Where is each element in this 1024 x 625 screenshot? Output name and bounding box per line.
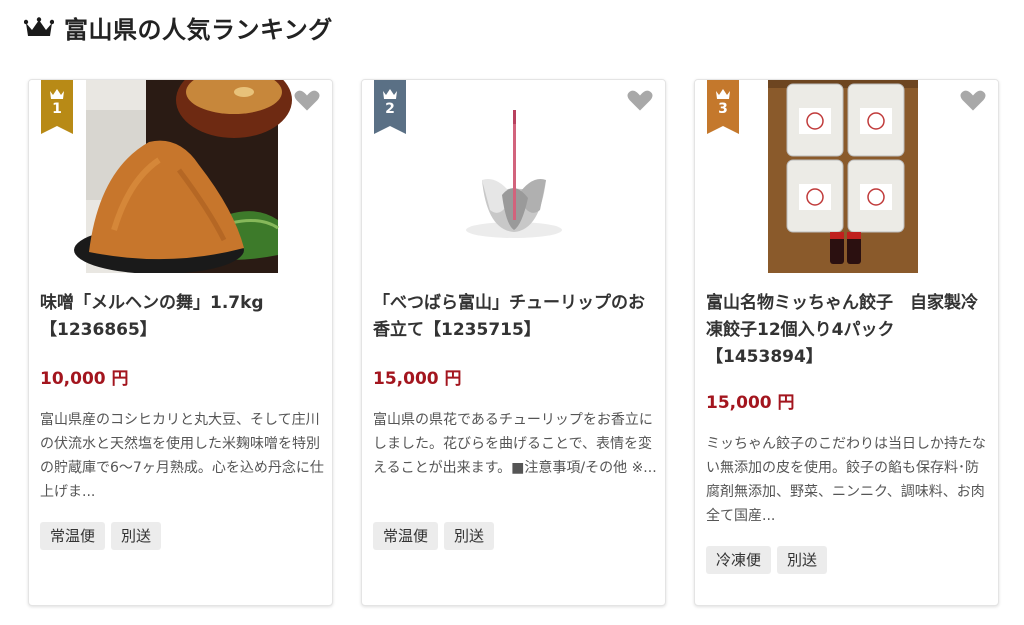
- product-price: 10,000 円: [40, 369, 129, 389]
- favorite-heart-icon[interactable]: [958, 86, 988, 116]
- ranking-card-1[interactable]: 1 味噌「メルヘンの舞」1.7kg【1236865】 10,000 円 富山県産…: [28, 79, 333, 606]
- product-title[interactable]: 味噌「メルヘンの舞」1.7kg【1236865】: [40, 290, 328, 344]
- delivery-tag: 別送: [444, 522, 495, 550]
- product-price: 15,000 円: [706, 393, 795, 413]
- product-price: 15,000 円: [373, 369, 462, 389]
- product-image[interactable]: [695, 80, 998, 273]
- ranking-card-2[interactable]: 2 「べつばら富山」チューリップのお香立て【1235715】 15,000 円 …: [361, 79, 666, 606]
- product-image[interactable]: [29, 80, 332, 273]
- tag-list: 常温便 別送: [40, 522, 162, 550]
- tag-list: 常温便 別送: [373, 522, 495, 550]
- favorite-heart-icon[interactable]: [625, 86, 655, 116]
- shipping-tag: 常温便: [373, 522, 439, 550]
- rank-badge: 3: [707, 80, 739, 134]
- product-description: ミッちゃん餃子のこだわりは当日しか持たない無添加の皮を使用。餃子の餡も保存料･防…: [706, 436, 986, 524]
- gyoza-packs-photo: [695, 80, 998, 273]
- product-description: 富山県の県花であるチューリップをお香立にしました。花びらを曲げることで、表情を変…: [373, 412, 657, 476]
- rank-badge: 1: [41, 80, 73, 134]
- section-heading: 富山県の人気ランキング: [24, 10, 333, 45]
- rank-badge: 2: [374, 80, 406, 134]
- product-description: 富山県産のコシヒカリと丸大豆、そして庄川の伏流水と天然塩を使用した米麹味噌を特別…: [40, 412, 324, 500]
- crown-icon: [24, 16, 54, 36]
- delivery-tag: 別送: [111, 522, 162, 550]
- delivery-tag: 別送: [777, 546, 828, 574]
- tag-list: 冷凍便 別送: [706, 546, 828, 574]
- miso-paste-photo: [29, 80, 332, 273]
- shipping-tag: 冷凍便: [706, 546, 772, 574]
- section-title: 富山県の人気ランキング: [64, 16, 333, 44]
- ranking-card-3[interactable]: 3 富山名物ミッちゃん餃子 自家製冷凍餃子12個入り4パック【1453894】 …: [694, 79, 999, 606]
- shipping-tag: 常温便: [40, 522, 106, 550]
- product-title[interactable]: 富山名物ミッちゃん餃子 自家製冷凍餃子12個入り4パック【1453894】: [706, 290, 994, 371]
- favorite-heart-icon[interactable]: [292, 86, 322, 116]
- product-image[interactable]: [362, 80, 665, 273]
- product-title[interactable]: 「べつばら富山」チューリップのお香立て【1235715】: [373, 290, 661, 344]
- tulip-incense-holder-photo: [362, 80, 665, 273]
